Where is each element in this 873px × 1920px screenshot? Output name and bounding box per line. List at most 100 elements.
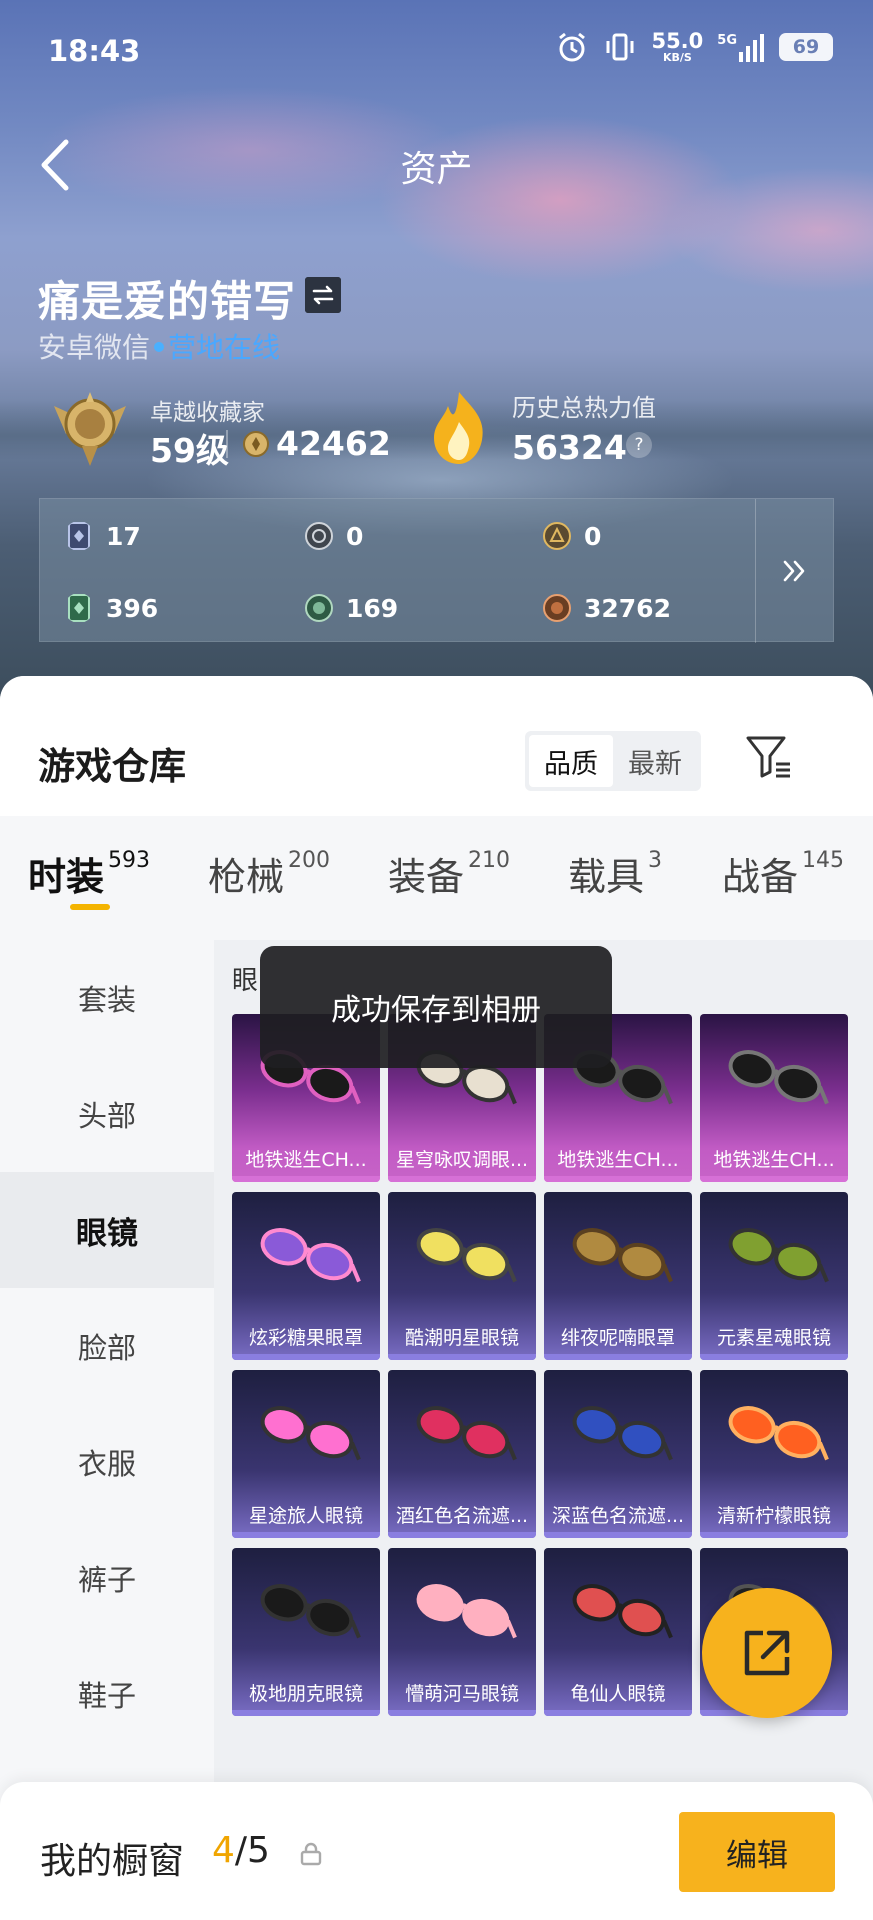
- tab-tactical-gear[interactable]: 战备 145: [722, 846, 844, 901]
- item-card[interactable]: 酒红色名流遮...: [388, 1370, 536, 1538]
- currency-item: 0: [542, 521, 601, 551]
- glasses-icon: [728, 1406, 829, 1461]
- signal-indicator: 5G: [717, 32, 765, 62]
- item-card[interactable]: 元素星魂眼镜: [700, 1192, 848, 1360]
- item-card[interactable]: 清新柠檬眼镜: [700, 1370, 848, 1538]
- heat-label: 历史总热力值: [512, 394, 656, 422]
- rarity-bar: [388, 1354, 536, 1360]
- item-card[interactable]: 炫彩糖果眼罩: [232, 1192, 380, 1360]
- item-name: 星穹咏叹调眼...: [395, 1149, 529, 1171]
- sidebar-item-head[interactable]: 头部: [0, 1056, 214, 1172]
- tab-label: 战备: [722, 855, 799, 899]
- sidebar-item-face[interactable]: 脸部: [0, 1288, 214, 1404]
- page-title: 资产: [400, 149, 473, 190]
- item-name: 龟仙人眼镜: [570, 1683, 666, 1705]
- collector-level: 59级: [150, 431, 229, 470]
- glasses-icon: [728, 1050, 829, 1105]
- item-card[interactable]: 酷潮明星眼镜: [388, 1192, 536, 1360]
- warehouse-header: 游戏仓库 品质 最新: [0, 676, 873, 816]
- tab-equipment[interactable]: 装备 210: [388, 846, 510, 901]
- signal-type: 5G: [717, 33, 737, 48]
- sort-quality-button[interactable]: 品质: [529, 735, 613, 787]
- sidebar-item-glasses[interactable]: 眼镜: [0, 1172, 214, 1288]
- currency-value: 17: [106, 521, 141, 551]
- currency-value: 169: [346, 593, 399, 623]
- item-name: 酷潮明星眼镜: [404, 1327, 519, 1349]
- green-card-icon: [68, 594, 90, 622]
- platform-label: 安卓微信: [38, 331, 151, 364]
- tab-label: 装备: [388, 855, 465, 899]
- glasses-icon: [572, 1228, 673, 1283]
- rarity-bar: [388, 1532, 536, 1538]
- lock-icon: [300, 1842, 322, 1866]
- edit-button[interactable]: 编辑: [679, 1812, 835, 1892]
- sidebar-item-shoes[interactable]: 鞋子: [0, 1636, 214, 1752]
- warehouse-title: 游戏仓库: [38, 745, 186, 788]
- glasses-icon: [260, 1406, 361, 1461]
- item-name: 星途旅人眼镜: [248, 1505, 363, 1527]
- item-grid: 眼 地铁逃生CH... 星穹咏叹调眼... 地铁逃生CH... 地铁逃生CH... 炫彩…: [214, 940, 873, 1920]
- bronze-coin-icon: [543, 594, 571, 622]
- rarity-bar: [700, 1354, 848, 1360]
- item-card[interactable]: 绯夜呢喃眼罩: [544, 1192, 692, 1360]
- item-card[interactable]: 地铁逃生CH...: [700, 1014, 848, 1182]
- tab-label: 枪械: [208, 855, 285, 899]
- tab-weapons[interactable]: 枪械 200: [208, 846, 330, 901]
- tab-label: 时装: [28, 855, 105, 899]
- showcase-current: 4: [212, 1830, 235, 1871]
- rarity-bar: [700, 1532, 848, 1538]
- sidebar-item-suit[interactable]: 套装: [0, 940, 214, 1056]
- item-card[interactable]: 深蓝色名流遮...: [544, 1370, 692, 1538]
- item-name: 深蓝色名流遮...: [551, 1505, 685, 1527]
- collector-label: 卓越收藏家: [150, 400, 265, 426]
- tab-fashion[interactable]: 时装 593: [28, 846, 150, 901]
- item-card[interactable]: 懵萌河马眼镜: [388, 1548, 536, 1716]
- rarity-bar: [388, 1710, 536, 1716]
- filter-icon[interactable]: [744, 732, 794, 782]
- glasses-icon: [260, 1228, 361, 1283]
- currency-item: 17: [64, 521, 141, 551]
- currency-more-button[interactable]: [755, 499, 833, 643]
- net-speed-unit: KB/S: [662, 51, 692, 64]
- signal-bars-icon: [739, 34, 764, 62]
- rarity-bar: [544, 1710, 692, 1716]
- rarity-bar: [388, 1176, 536, 1182]
- item-name: 懵萌河马眼镜: [404, 1683, 519, 1705]
- currency-value: 0: [584, 521, 602, 551]
- net-speed: 55.0 KB/S: [651, 31, 703, 64]
- collector-medal-icon: [54, 392, 126, 466]
- status-bar: 18:43 55.0 KB/S 5G 69: [0, 0, 873, 100]
- item-card[interactable]: 星途旅人眼镜: [232, 1370, 380, 1538]
- platform-status: 安卓微信 营地在线: [38, 326, 280, 366]
- item-card[interactable]: 龟仙人眼镜: [544, 1548, 692, 1716]
- item-name: 极地朋克眼镜: [248, 1683, 363, 1705]
- currency-value: 396: [106, 593, 159, 623]
- online-dot: [154, 341, 165, 352]
- warehouse-panel: 游戏仓库 品质 最新 时装 593 枪械 200 装备 210 载具 3 战备 …: [0, 676, 873, 1920]
- item-name: 地铁逃生CH...: [245, 1149, 367, 1171]
- help-icon[interactable]: ?: [626, 432, 652, 458]
- item-name: 地铁逃生CH...: [557, 1149, 679, 1171]
- glasses-icon: [416, 1406, 517, 1461]
- glasses-icon: [416, 1584, 517, 1639]
- green-coin-icon: [305, 594, 333, 622]
- alarm-icon: [559, 32, 586, 62]
- item-name: 酒红色名流遮...: [395, 1505, 529, 1527]
- tab-vehicles[interactable]: 载具 3: [568, 846, 662, 901]
- toast-message: 成功保存到相册: [260, 946, 612, 1068]
- sort-latest-button[interactable]: 最新: [613, 735, 697, 787]
- showcase-separator: /: [234, 1830, 248, 1871]
- rarity-bar: [700, 1176, 848, 1182]
- grid-title: 眼: [232, 966, 259, 996]
- sidebar-item-clothes[interactable]: 衣服: [0, 1404, 214, 1520]
- tab-count: 200: [288, 848, 331, 873]
- share-icon: [744, 1630, 790, 1676]
- share-button[interactable]: [702, 1588, 832, 1718]
- rarity-bar: [232, 1532, 380, 1538]
- online-status: 营地在线: [168, 331, 281, 364]
- gold-badge-icon: [543, 522, 571, 550]
- item-card[interactable]: 极地朋克眼镜: [232, 1548, 380, 1716]
- sidebar-item-pants[interactable]: 裤子: [0, 1520, 214, 1636]
- switch-account-icon[interactable]: [305, 277, 341, 313]
- sort-toggle: 品质 最新: [525, 731, 701, 791]
